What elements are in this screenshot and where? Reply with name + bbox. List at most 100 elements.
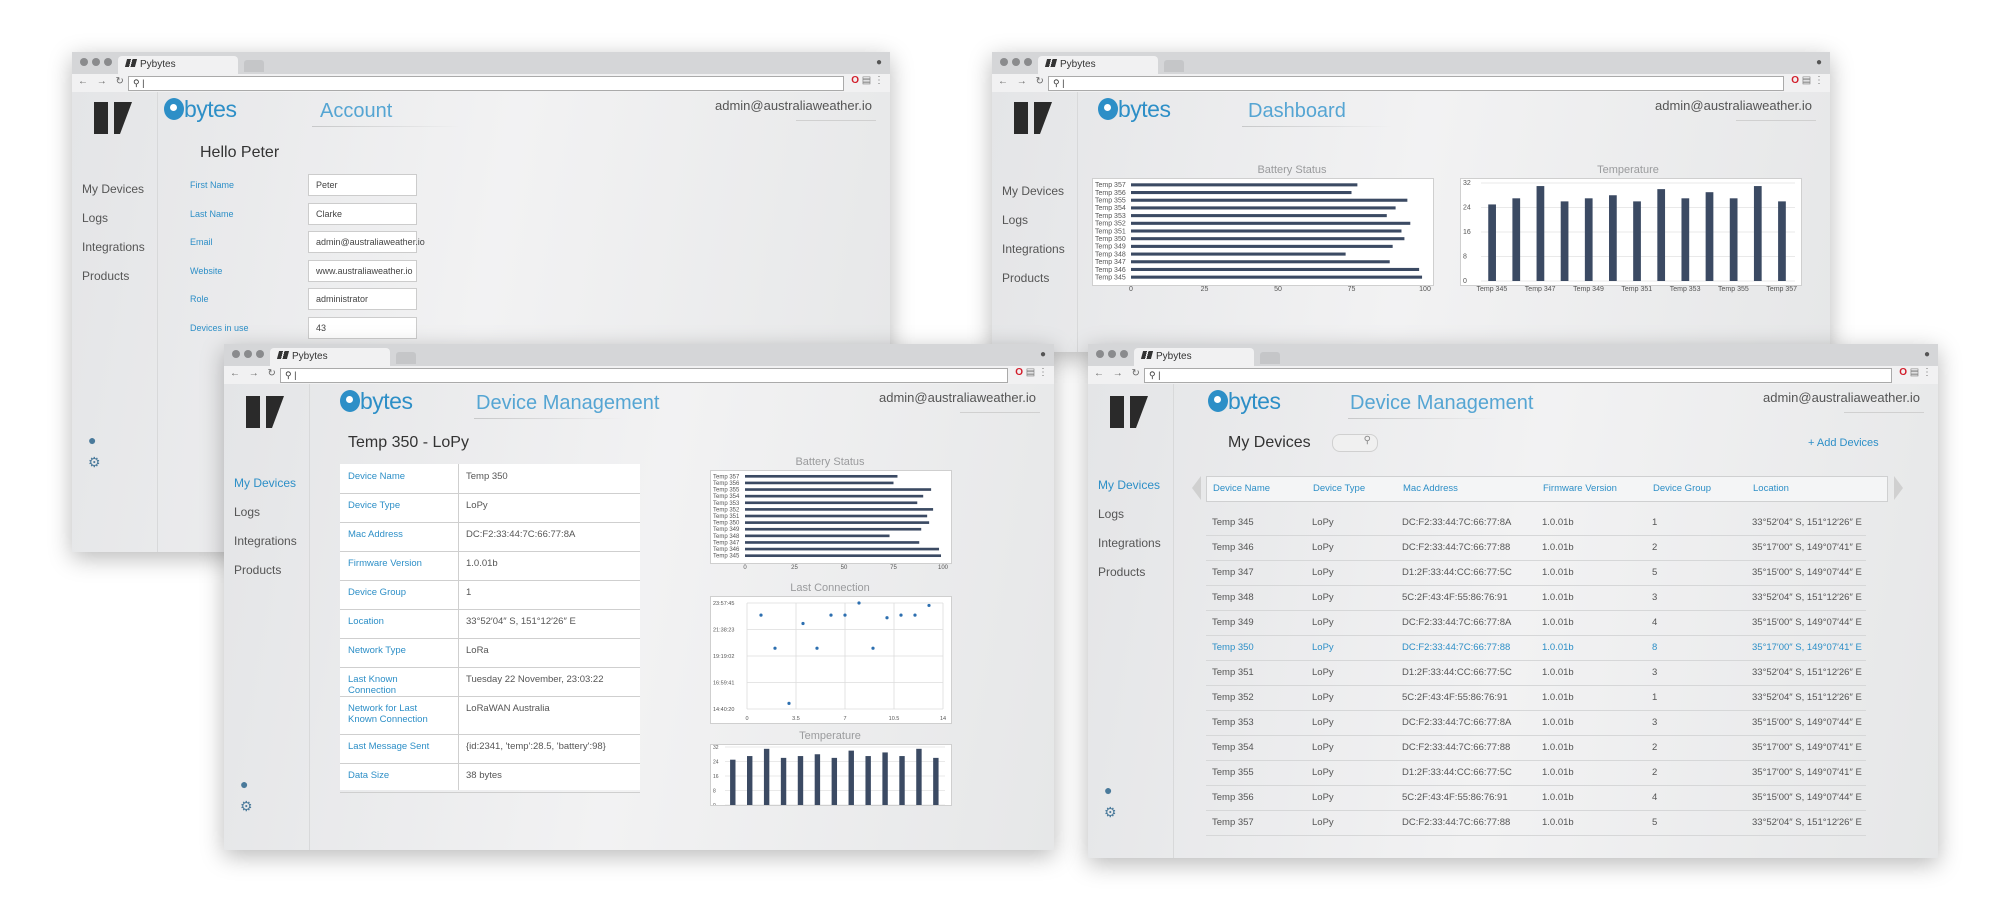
table-cell: LoPy — [1312, 692, 1334, 703]
sidebar-item-my-devices[interactable]: My Devices — [1002, 184, 1065, 213]
table-cell: 33°52′04″ S, 151°12′26″ E — [1752, 517, 1862, 528]
new-tab-button[interactable] — [1164, 60, 1184, 72]
user-icon[interactable]: ● — [240, 776, 248, 792]
add-devices-button[interactable]: + Add Devices — [1808, 437, 1879, 449]
table-cell: LoPy — [1312, 517, 1334, 528]
sidebar-item-integrations[interactable]: Integrations — [1098, 536, 1161, 565]
gear-icon[interactable]: ⚙ — [240, 798, 253, 815]
nav-buttons[interactable]: ← → ↻ — [78, 76, 127, 87]
table-row[interactable]: Temp 352 LoPy 5C:2F:43:4F:55:86:76:91 1.0.0… — [1206, 685, 1866, 711]
category-label: Temp 354 — [1095, 205, 1126, 212]
table-row[interactable]: Temp 346 LoPy DC:F2:33:44:7C:66:77:88 1.0.0… — [1206, 535, 1866, 561]
browser-tools[interactable]: O ▤ ⋮ — [1015, 367, 1048, 378]
nav-buttons[interactable]: ← → ↻ — [998, 76, 1047, 87]
new-tab-button[interactable] — [396, 352, 416, 364]
connection-point — [885, 616, 889, 620]
window-controls[interactable] — [80, 58, 112, 66]
browser-tools[interactable]: O ▤ ⋮ — [1791, 75, 1824, 86]
column-header[interactable]: Device Group — [1653, 483, 1711, 494]
sidebar-item-products[interactable]: Products — [82, 269, 145, 298]
table-row[interactable]: Temp 355 LoPy D1:2F:33:44:CC:66:77:5C 1.0.0… — [1206, 760, 1866, 786]
sidebar-item-my-devices[interactable]: My Devices — [1098, 478, 1161, 507]
table-cell: 35°17′00″ S, 149°07′41″ E — [1752, 767, 1862, 778]
field-input[interactable]: Clarke — [308, 202, 417, 225]
user-icon[interactable]: ● — [1104, 782, 1112, 798]
profile-icon[interactable]: ● — [1040, 349, 1046, 360]
sidebar-item-logs[interactable]: Logs — [234, 505, 297, 534]
profile-icon[interactable]: ● — [876, 57, 882, 68]
profile-icon[interactable]: ● — [1816, 57, 1822, 68]
column-header[interactable]: Mac Address — [1403, 483, 1458, 494]
pycom-logo-icon — [246, 396, 284, 428]
nav-buttons[interactable]: ← → ↻ — [1094, 368, 1143, 379]
x-tick-label: Temp 357 — [1766, 286, 1797, 293]
window-controls[interactable] — [1096, 350, 1128, 358]
nav-buttons[interactable]: ← → ↻ — [230, 368, 279, 379]
sidebar: My Devices Logs Integrations Products ● … — [1088, 384, 1170, 858]
browser-tab[interactable]: Pybytes — [118, 56, 238, 74]
field-input[interactable]: 43 — [308, 316, 417, 339]
table-row[interactable]: Temp 357 LoPy DC:F2:33:44:7C:66:77:88 1.0.0… — [1206, 810, 1866, 836]
x-tick-label: 0 — [743, 565, 747, 571]
user-email[interactable]: admin@australiaweather.io — [715, 98, 872, 113]
user-email[interactable]: admin@australiaweather.io — [1655, 98, 1812, 113]
user-email[interactable]: admin@australiaweather.io — [1763, 390, 1920, 405]
field-label: Website — [190, 265, 223, 276]
field-input[interactable]: www.australiaweather.io — [308, 259, 417, 282]
gear-icon[interactable]: ⚙ — [88, 454, 101, 471]
field-input[interactable]: Peter — [308, 174, 417, 196]
sidebar-item-integrations[interactable]: Integrations — [1002, 242, 1065, 271]
gear-icon[interactable]: ⚙ — [1104, 804, 1117, 821]
new-tab-button[interactable] — [1260, 352, 1280, 364]
table-row[interactable]: Temp 354 LoPy DC:F2:33:44:7C:66:77:88 1.0.0… — [1206, 735, 1866, 761]
tab-bar: Pybytes ● — [992, 52, 1830, 74]
user-icon[interactable]: ● — [88, 432, 96, 448]
browser-tools[interactable]: O ▤ ⋮ — [1899, 367, 1932, 378]
column-header[interactable]: Firmware Version — [1543, 483, 1617, 494]
profile-icon[interactable]: ● — [1924, 349, 1930, 360]
url-input[interactable]: ⚲ | — [128, 76, 844, 91]
temperature-bar — [1657, 189, 1666, 281]
table-cell: DC:F2:33:44:7C:66:77:88 — [1402, 742, 1511, 753]
sidebar-item-logs[interactable]: Logs — [1098, 507, 1161, 536]
sidebar-item-products[interactable]: Products — [1098, 565, 1161, 594]
sidebar-item-integrations[interactable]: Integrations — [82, 240, 145, 269]
table-row[interactable]: Temp 353 LoPy DC:F2:33:44:7C:66:77:8A 1.0.0… — [1206, 710, 1866, 736]
sidebar-item-my-devices[interactable]: My Devices — [82, 182, 145, 211]
url-input[interactable]: ⚲ | — [1048, 76, 1784, 91]
category-label: Temp 346 — [713, 547, 740, 553]
table-row[interactable]: Temp 351 LoPy D1:2F:33:44:CC:66:77:5C 1.0.0… — [1206, 660, 1866, 686]
category-label: Temp 357 — [1095, 182, 1126, 189]
table-row[interactable]: Temp 347 LoPy D1:2F:33:44:CC:66:77:5C 1.0.0… — [1206, 560, 1866, 586]
column-header[interactable]: Device Type — [1313, 483, 1365, 494]
scroll-left-arrow[interactable] — [1192, 476, 1201, 500]
new-tab-button[interactable] — [244, 60, 264, 72]
window-controls[interactable] — [1000, 58, 1032, 66]
field-input[interactable]: administrator — [308, 288, 417, 310]
url-input[interactable]: ⚲ | — [1144, 368, 1892, 383]
table-row[interactable]: Temp 356 LoPy 5C:2F:43:4F:55:86:76:91 1.0.0… — [1206, 785, 1866, 811]
field-input[interactable]: admin@australiaweather.io — [308, 231, 425, 253]
table-row[interactable]: Temp 348 LoPy 5C:2F:43:4F:55:86:76:91 1.0.0… — [1206, 585, 1866, 611]
browser-tools[interactable]: O ▤ ⋮ — [851, 75, 884, 86]
window-controls[interactable] — [232, 350, 264, 358]
sidebar-item-my-devices[interactable]: My Devices — [234, 476, 297, 505]
user-email[interactable]: admin@australiaweather.io — [879, 390, 1036, 405]
search-input[interactable]: ⚲ — [1332, 434, 1378, 452]
sidebar-item-products[interactable]: Products — [234, 563, 297, 592]
table-row[interactable]: Temp 350 LoPy DC:F2:33:44:7C:66:77:88 1.0.0… — [1206, 635, 1866, 661]
sidebar-item-integrations[interactable]: Integrations — [234, 534, 297, 563]
url-input[interactable]: ⚲ | — [280, 368, 1008, 383]
scroll-right-arrow[interactable] — [1894, 476, 1903, 500]
browser-tab[interactable]: Pybytes — [1038, 56, 1158, 74]
table-row[interactable]: Temp 349 LoPy DC:F2:33:44:7C:66:77:8A 1.0.0… — [1206, 610, 1866, 636]
sidebar-item-logs[interactable]: Logs — [1002, 213, 1065, 242]
column-header[interactable]: Device Name — [1213, 483, 1270, 494]
sidebar-item-logs[interactable]: Logs — [82, 211, 145, 240]
browser-tab[interactable]: Pybytes — [1134, 348, 1254, 366]
column-header[interactable]: Location — [1753, 483, 1789, 494]
table-row[interactable]: Temp 345 LoPy DC:F2:33:44:7C:66:77:8A 1.0.0… — [1206, 510, 1866, 536]
field-label: Last Name — [190, 208, 234, 219]
sidebar-item-products[interactable]: Products — [1002, 271, 1065, 300]
browser-tab[interactable]: Pybytes — [270, 348, 390, 366]
